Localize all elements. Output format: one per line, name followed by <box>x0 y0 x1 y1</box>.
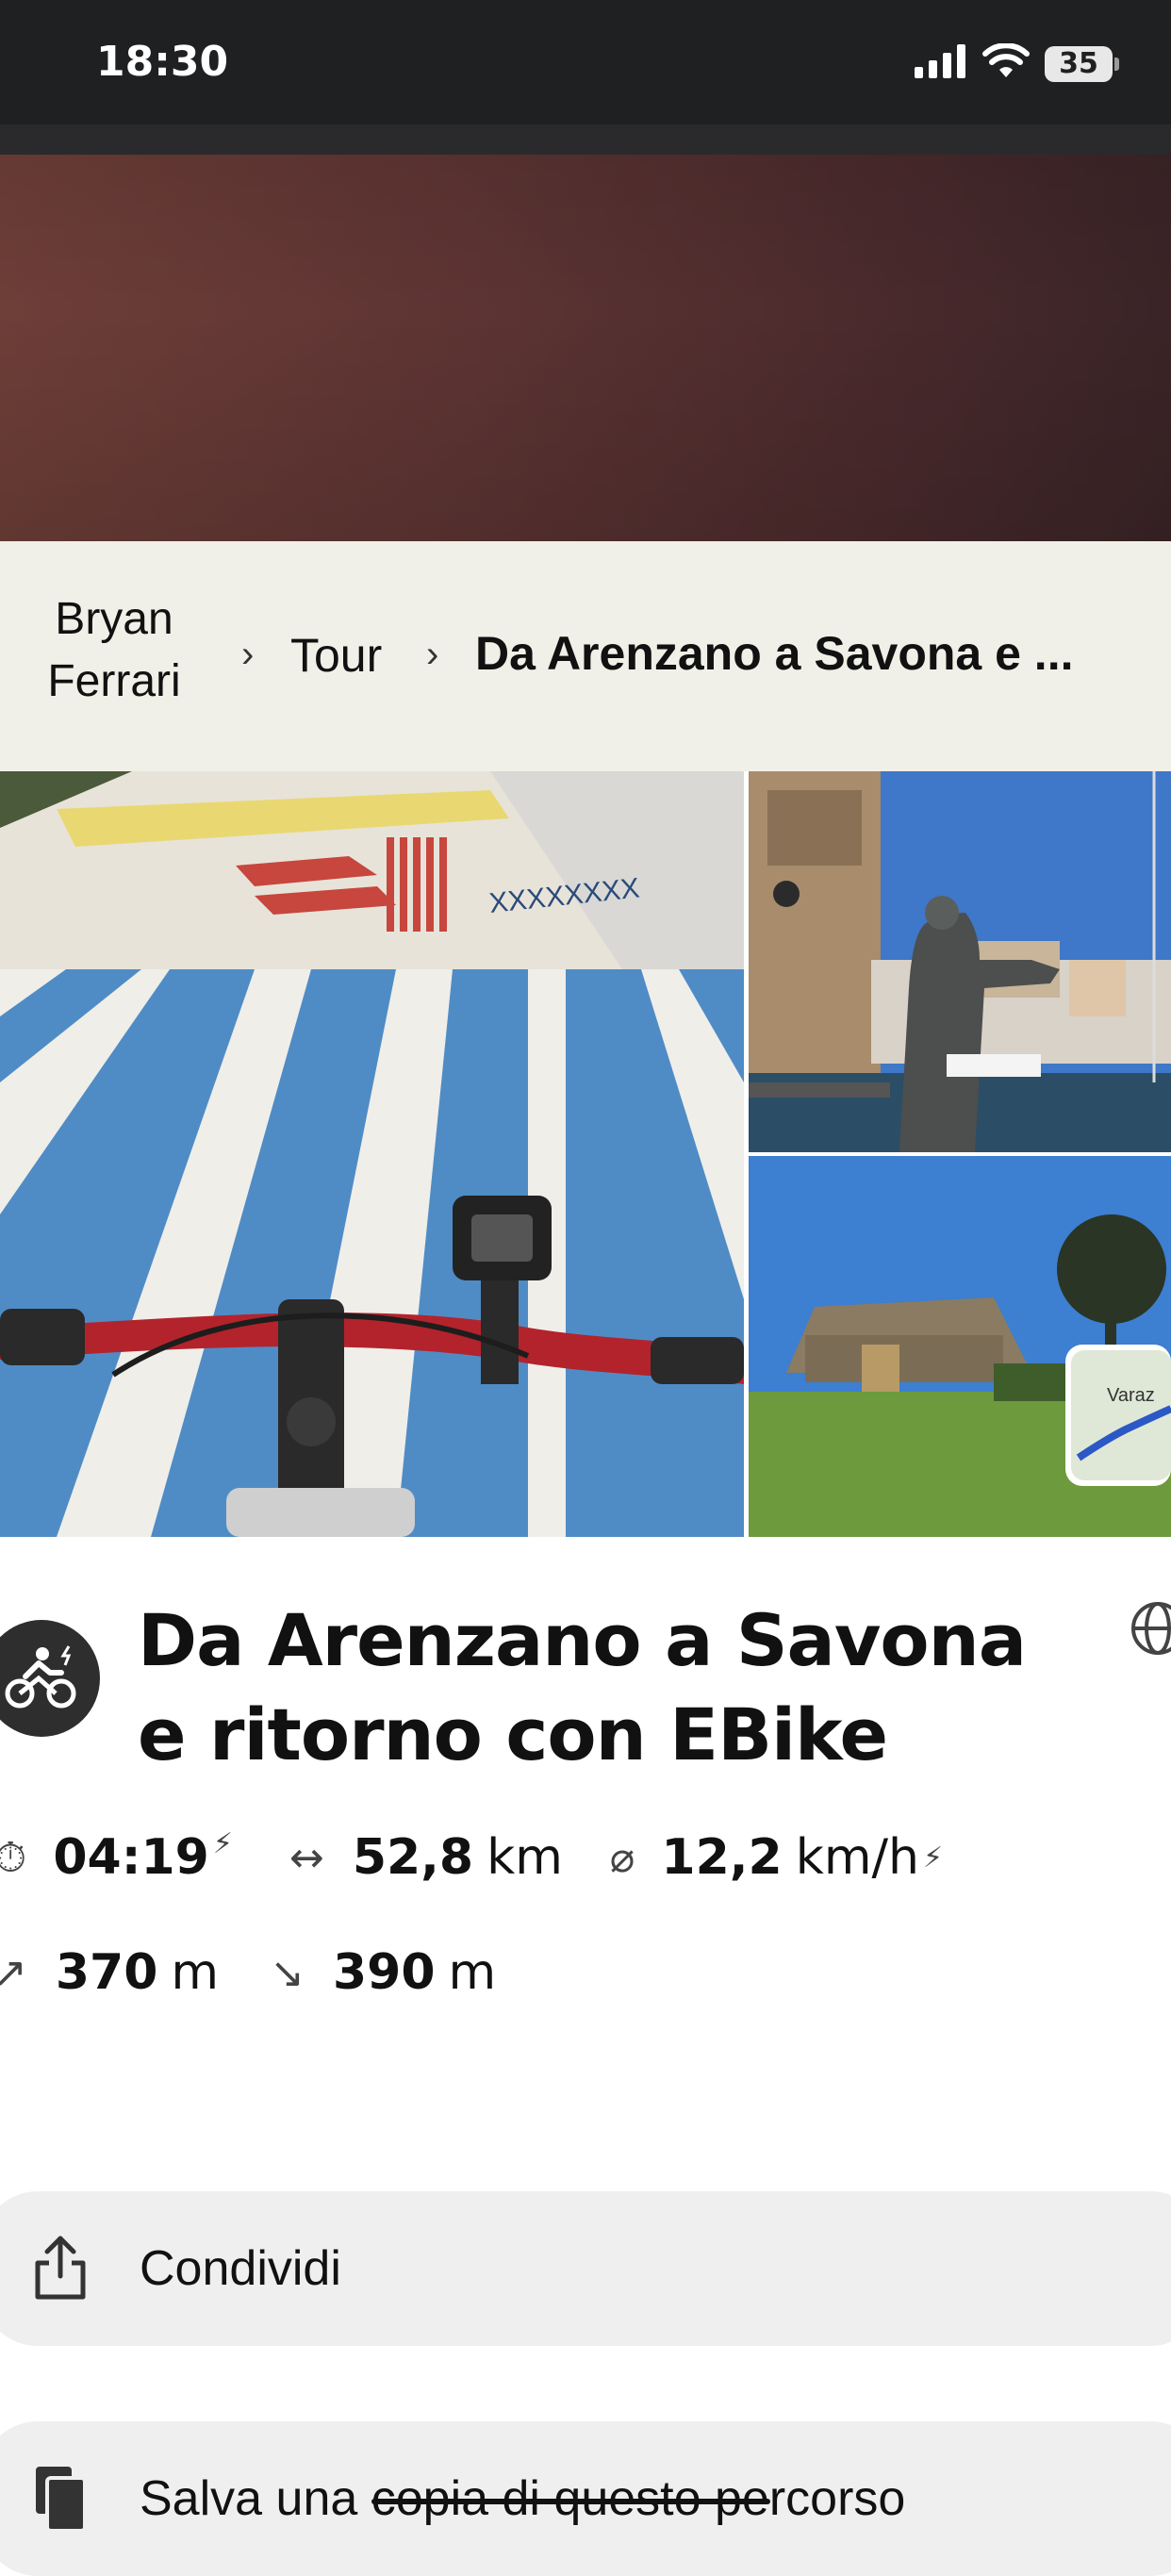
copy-icon <box>30 2463 91 2539</box>
globe-icon[interactable] <box>1130 1597 1171 1664</box>
hero-image <box>0 155 1171 541</box>
share-button[interactable]: Condividi <box>0 2191 1171 2346</box>
save-copy-prefix: Salva una <box>140 2471 371 2526</box>
stat-descent-value: 390 <box>332 1944 436 2001</box>
breadcrumb-tour[interactable]: Tour <box>290 628 382 683</box>
stat-ascent-value: 370 <box>55 1944 158 2001</box>
photo-fortress[interactable]: Varaz <box>749 1156 1171 1537</box>
lightning-icon: ⚡ <box>922 1841 944 1874</box>
stat-duration: 04:19 <box>53 1829 209 1886</box>
stat-distance-value: 52,8 <box>352 1829 474 1886</box>
chevron-right-icon: › <box>241 634 255 675</box>
save-copy-label: Salva una copia di questo percorso <box>140 2470 905 2527</box>
status-icons: 35 <box>915 42 1119 84</box>
stat-ascent-unit: m <box>171 1944 220 2001</box>
stopwatch-icon: ⏱ <box>0 1833 27 1882</box>
breadcrumb-current: Da Arenzano a Savona e ... <box>475 627 1074 680</box>
stat-speed-unit: km/h <box>795 1829 919 1886</box>
speed-icon: ⌀ <box>609 1833 635 1882</box>
breadcrumb-user[interactable]: Bryan Ferrari <box>34 588 194 713</box>
status-time: 18:30 <box>96 38 229 86</box>
tour-title: Da Arenzano a Savona e ritorno con EBike <box>138 1598 1027 1776</box>
distance-icon: ↔ <box>289 1833 324 1882</box>
descent-icon: ↘ <box>270 1948 305 1997</box>
status-bar: 18:30 35 <box>0 0 1171 124</box>
chevron-right-icon: › <box>426 634 439 675</box>
save-copy-struck: copia di questo p <box>371 2471 742 2526</box>
wifi-icon <box>982 42 1030 84</box>
hero-top-strip <box>0 124 1171 155</box>
stats-row-elevation: ↗ 370 m ↘ 390 m <box>0 1935 496 2010</box>
ebike-icon <box>0 1620 100 1737</box>
share-icon <box>30 2235 91 2307</box>
battery-indicator: 35 <box>1045 45 1119 82</box>
stat-distance-unit: km <box>487 1829 563 1886</box>
stat-descent-unit: m <box>448 1944 497 2001</box>
lightning-icon: ⚡ <box>212 1826 233 1860</box>
photo-harbor-statue[interactable] <box>749 771 1171 1152</box>
stat-speed-value: 12,2 <box>661 1829 783 1886</box>
photo-handlebar[interactable]: XXXXXXXX <box>0 771 744 1537</box>
share-label: Condividi <box>140 2241 341 2296</box>
save-copy-button[interactable]: Salva una copia di questo percorso <box>0 2421 1171 2576</box>
stats-row-primary: ⏱ 04:19 ⚡ ↔ 52,8 km ⌀ 12,2 km/h ⚡ <box>0 1820 943 1895</box>
signal-icon <box>915 44 967 83</box>
ascent-icon: ↗ <box>0 1948 27 1997</box>
breadcrumb: Bryan Ferrari › Tour › Da Arenzano a Sav… <box>0 541 1171 771</box>
map-thumb-label: Varaz <box>1107 1385 1155 1406</box>
photo-gallery: XXXXXXXX Varaz <box>0 771 1171 1537</box>
